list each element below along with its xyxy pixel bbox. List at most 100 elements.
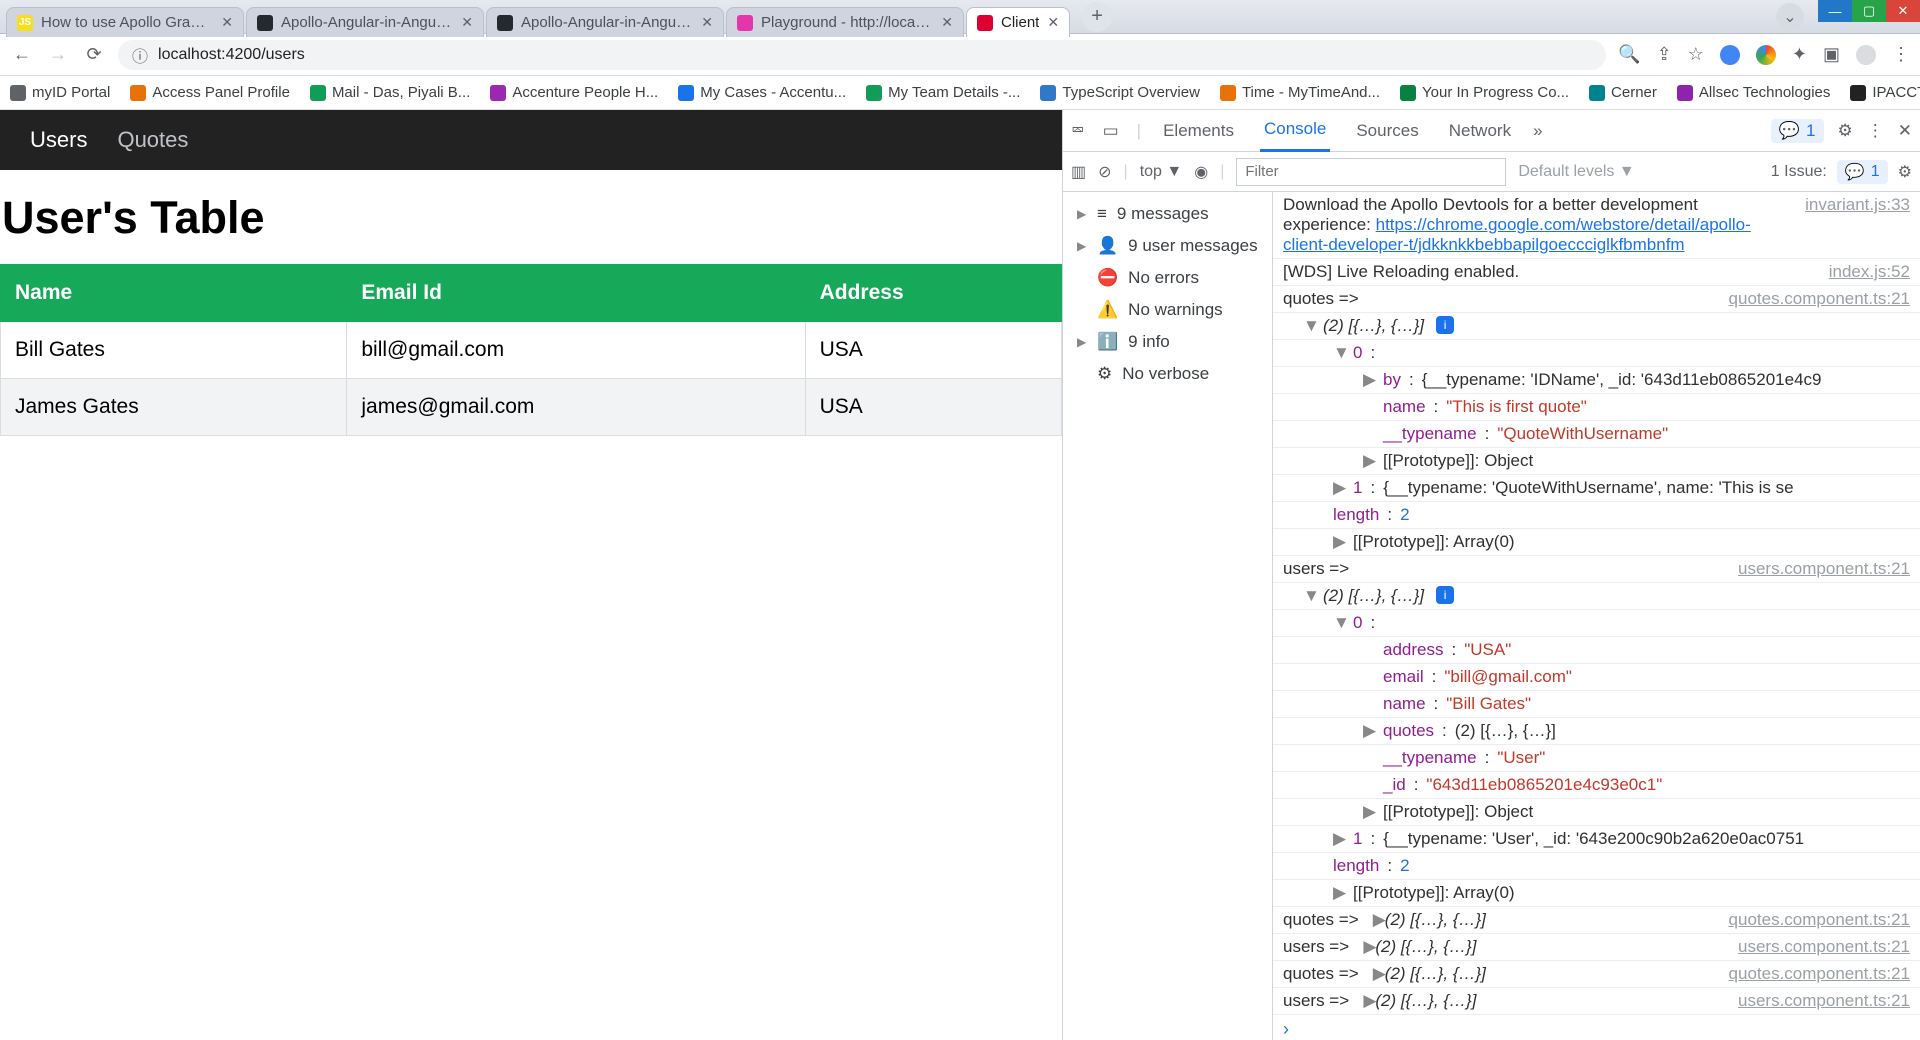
console-log-row[interactable]: quotes =>quotes.component.ts:21 xyxy=(1273,286,1920,313)
console-sidebar-item[interactable]: ⚙No verbose xyxy=(1063,358,1272,390)
context-selector[interactable]: top ▼ xyxy=(1140,163,1183,181)
log-levels-selector[interactable]: Default levels ▼ xyxy=(1518,163,1634,181)
extensions-puzzle-icon[interactable]: ✦ xyxy=(1792,44,1807,65)
console-log-row[interactable]: name: "Bill Gates" xyxy=(1273,691,1920,718)
console-log-row[interactable]: ▶1: {__typename: 'User', _id: '643e200c9… xyxy=(1273,826,1920,853)
console-log-row[interactable]: length: 2 xyxy=(1273,502,1920,529)
chrome-menu-icon[interactable]: ⋮ xyxy=(1892,44,1910,65)
console-filter-input[interactable] xyxy=(1236,158,1506,186)
bookmark-item[interactable]: Time - MyTimeAnd... xyxy=(1220,84,1380,101)
source-link[interactable]: users.component.ts:21 xyxy=(1726,937,1910,957)
clear-console-icon[interactable]: ⊘ xyxy=(1098,162,1111,182)
tab-close-icon[interactable]: ✕ xyxy=(1047,14,1059,31)
bookmark-item[interactable]: Allsec Technologies xyxy=(1677,84,1830,101)
console-settings-icon[interactable]: ⚙ xyxy=(1898,162,1912,182)
new-tab-button[interactable]: + xyxy=(1082,2,1112,32)
devtools-tab[interactable]: Network xyxy=(1445,110,1515,152)
tab-close-icon[interactable]: ✕ xyxy=(701,14,713,31)
console-log-row[interactable]: ▶quotes: (2) [{…}, {…}] xyxy=(1273,718,1920,745)
reload-button[interactable]: ⟳ xyxy=(82,44,106,65)
tab-close-icon[interactable]: ✕ xyxy=(941,14,953,31)
devtools-menu-icon[interactable]: ⋮ xyxy=(1867,121,1884,141)
extension-icon[interactable]: ▣ xyxy=(1823,44,1840,65)
console-log-row[interactable]: ▼(2) [{…}, {…}]i xyxy=(1273,313,1920,340)
console-log-row[interactable]: __typename: "User" xyxy=(1273,745,1920,772)
console-log-row[interactable]: ▶[[Prototype]]: Array(0) xyxy=(1273,529,1920,556)
source-link[interactable]: quotes.component.ts:21 xyxy=(1717,910,1910,930)
console-log-row[interactable]: email: "bill@gmail.com" xyxy=(1273,664,1920,691)
console-log-row[interactable]: quotes => ▶(2) [{…}, {…}]quotes.componen… xyxy=(1273,961,1920,988)
bookmark-item[interactable]: Cerner xyxy=(1589,84,1657,101)
console-log-row[interactable]: ▶1: {__typename: 'QuoteWithUsername', na… xyxy=(1273,475,1920,502)
devtools-close-icon[interactable]: ✕ xyxy=(1898,121,1912,141)
console-log-row[interactable]: address: "USA" xyxy=(1273,637,1920,664)
inspect-element-icon[interactable]: ⮹ xyxy=(1071,121,1085,141)
more-tabs-icon[interactable]: » xyxy=(1533,121,1542,141)
source-link[interactable]: quotes.component.ts:21 xyxy=(1717,289,1910,309)
app-nav-link[interactable]: Users xyxy=(30,127,87,153)
browser-tab[interactable]: Playground - http://localhost:400✕ xyxy=(726,7,964,37)
issues-badge[interactable]: 💬 1 xyxy=(1837,160,1888,184)
minimize-button[interactable]: — xyxy=(1818,0,1852,22)
console-log-row[interactable]: ▶[[Prototype]]: Array(0) xyxy=(1273,880,1920,907)
bookmark-item[interactable]: myID Portal xyxy=(10,84,110,101)
tab-close-icon[interactable]: ✕ xyxy=(461,14,473,31)
console-log-row[interactable]: ▼0: xyxy=(1273,610,1920,637)
bookmark-item[interactable]: Accenture People H... xyxy=(490,84,658,101)
console-sidebar-item[interactable]: ⛔No errors xyxy=(1063,262,1272,294)
console-log-row[interactable]: quotes => ▶(2) [{…}, {…}]quotes.componen… xyxy=(1273,907,1920,934)
console-log-row[interactable]: [WDS] Live Reloading enabled.index.js:52 xyxy=(1273,259,1920,286)
bookmark-item[interactable]: IPACCT | User infor... xyxy=(1850,84,1920,101)
device-toolbar-icon[interactable]: ▭ xyxy=(1103,121,1119,141)
devtools-tab[interactable]: Console xyxy=(1260,110,1330,152)
console-log-row[interactable]: Download the Apollo Devtools for a bette… xyxy=(1273,192,1920,259)
browser-tab[interactable]: Apollo-Angular-in-Angular/myse✕ xyxy=(246,7,484,37)
source-link[interactable]: users.component.ts:21 xyxy=(1726,991,1910,1011)
bookmark-item[interactable]: Access Panel Profile xyxy=(130,84,290,101)
console-sidebar-item[interactable]: ⚠️No warnings xyxy=(1063,294,1272,326)
console-log-row[interactable]: name: "This is first quote" xyxy=(1273,394,1920,421)
forward-button[interactable]: → xyxy=(46,44,70,65)
console-log-row[interactable]: _id: "643d11eb0865201e4c93e0c1" xyxy=(1273,772,1920,799)
extension-icon[interactable] xyxy=(1720,45,1740,65)
share-icon[interactable]: ⇪ xyxy=(1657,44,1672,65)
address-bar[interactable]: ⓘ localhost:4200/users xyxy=(118,40,1606,70)
devtools-tab[interactable]: Elements xyxy=(1159,110,1238,152)
devtools-settings-icon[interactable]: ⚙ xyxy=(1838,121,1853,141)
app-nav-link[interactable]: Quotes xyxy=(117,127,188,153)
site-info-icon[interactable]: ⓘ xyxy=(132,43,148,67)
bookmark-item[interactable]: My Cases - Accentu... xyxy=(678,84,846,101)
tab-close-icon[interactable]: ✕ xyxy=(221,14,233,31)
console-log-row[interactable]: __typename: "QuoteWithUsername" xyxy=(1273,421,1920,448)
browser-tab[interactable]: Client✕ xyxy=(966,7,1070,37)
browser-tab[interactable]: JSHow to use Apollo GraphQL with✕ xyxy=(6,7,244,37)
console-sidebar-item[interactable]: ▶👤9 user messages xyxy=(1063,230,1272,262)
bookmark-item[interactable]: TypeScript Overview xyxy=(1040,84,1200,101)
source-link[interactable]: quotes.component.ts:21 xyxy=(1717,964,1910,984)
bookmark-item[interactable]: My Team Details -... xyxy=(866,84,1020,101)
devtools-tab[interactable]: Sources xyxy=(1352,110,1422,152)
source-link[interactable]: index.js:52 xyxy=(1817,262,1910,282)
bookmark-star-icon[interactable]: ☆ xyxy=(1688,44,1704,65)
maximize-button[interactable]: ▢ xyxy=(1852,0,1886,22)
profile-avatar-icon[interactable] xyxy=(1856,45,1876,65)
browser-tab[interactable]: Apollo-Angular-in-Angular/.gitig✕ xyxy=(486,7,724,37)
console-log-row[interactable]: ▶by: {__typename: 'IDName', _id: '643d11… xyxy=(1273,367,1920,394)
back-button[interactable]: ← xyxy=(10,44,34,65)
messages-badge[interactable]: 💬 1 xyxy=(1771,119,1824,143)
source-link[interactable]: users.component.ts:21 xyxy=(1726,559,1910,579)
source-link[interactable]: invariant.js:33 xyxy=(1793,195,1910,215)
toggle-sidebar-icon[interactable]: ▥ xyxy=(1071,162,1086,182)
bookmark-item[interactable]: Mail - Das, Piyali B... xyxy=(310,84,470,101)
console-log-row[interactable]: users => ▶(2) [{…}, {…}]users.component.… xyxy=(1273,934,1920,961)
console-sidebar-item[interactable]: ▶ℹ️9 info xyxy=(1063,326,1272,358)
console-log-row[interactable]: ▶[[Prototype]]: Object xyxy=(1273,448,1920,475)
bookmark-item[interactable]: Your In Progress Co... xyxy=(1400,84,1569,101)
console-log-row[interactable]: ▶[[Prototype]]: Object xyxy=(1273,799,1920,826)
zoom-icon[interactable]: 🔍 xyxy=(1618,44,1640,65)
console-log-row[interactable]: users => ▶(2) [{…}, {…}]users.component.… xyxy=(1273,988,1920,1015)
console-prompt[interactable]: › xyxy=(1273,1015,1920,1040)
live-expression-icon[interactable]: ◉ xyxy=(1194,162,1208,182)
window-close-button[interactable]: ✕ xyxy=(1886,0,1920,22)
tab-list-button[interactable]: ⌄ xyxy=(1776,3,1804,31)
